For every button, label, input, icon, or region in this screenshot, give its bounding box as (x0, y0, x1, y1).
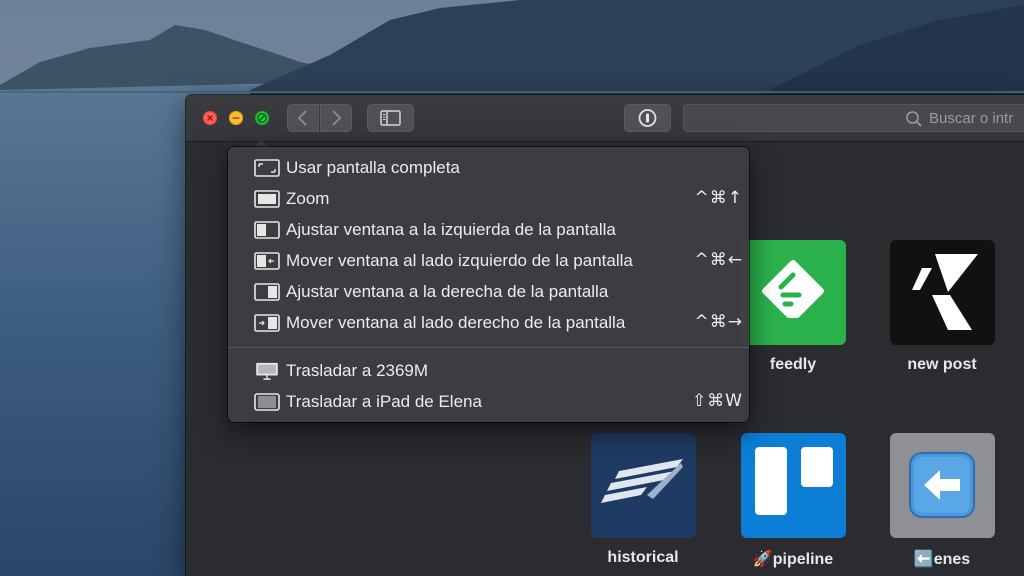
menu-item-shortcut: ^⌘→ (694, 312, 743, 332)
menu-separator (228, 347, 749, 348)
sidebar-toggle-button[interactable] (367, 104, 414, 132)
favorite-label-pipeline: 🚀pipeline (752, 551, 834, 568)
move-right-icon (254, 314, 280, 332)
zoom-button[interactable] (255, 111, 269, 125)
onepassword-icon (638, 109, 657, 127)
favorite-label-enes: ⬅️enes (913, 551, 971, 568)
chevron-left-icon (297, 110, 307, 126)
menu-item-label: Ajustar ventana a la izquierda de la pan… (286, 220, 616, 239)
favorite-tile-feedly[interactable] (741, 240, 846, 345)
menu-item-move-left[interactable]: Mover ventana al lado izquierdo de la pa… (228, 247, 749, 275)
menu-item-move-right[interactable]: Mover ventana al lado derecho de la pant… (228, 309, 749, 337)
menu-item-tile-right[interactable]: Ajustar ventana a la derecha de la panta… (228, 278, 749, 306)
menu-item-label: Zoom (286, 189, 330, 208)
tile-left-icon (254, 221, 280, 239)
menu-item-shortcut: ⇧⌘W (691, 391, 743, 411)
search-icon (906, 111, 922, 127)
back-button[interactable] (287, 104, 319, 132)
menu-item-zoom[interactable]: Zoom ^⌘↑ (228, 185, 749, 213)
menu-item-label: Mover ventana al lado derecho de la pant… (286, 313, 626, 332)
back-arrow-emoji-icon (909, 452, 975, 518)
menu-item-label: Trasladar a iPad de Elena (286, 392, 482, 411)
favorite-tile-new-post[interactable] (890, 240, 995, 345)
favorite-tile-enes[interactable] (890, 433, 995, 538)
tile-right-icon (254, 283, 280, 301)
menu-item-move-to-ipad[interactable]: Trasladar a iPad de Elena ⇧⌘W (228, 388, 749, 416)
ipad-icon (254, 393, 280, 411)
minimize-icon (232, 117, 240, 119)
zoom-window-icon (254, 190, 280, 208)
favorite-tile-historical[interactable] (591, 433, 696, 538)
sidebar-icon (380, 110, 401, 126)
historical-icon (601, 459, 683, 503)
favorite-label-new-post: new post (907, 356, 977, 373)
search-placeholder: Buscar o intr (929, 110, 1014, 127)
menu-item-label: Ajustar ventana a la derecha de la panta… (286, 282, 609, 301)
search-input[interactable]: Buscar o intr (683, 104, 1024, 132)
close-button[interactable] (203, 111, 217, 125)
menu-item-label: Trasladar a 2369M (286, 361, 429, 380)
close-icon (207, 115, 213, 121)
password-extension-button[interactable] (624, 104, 671, 132)
menu-item-move-to-display[interactable]: Trasladar a 2369M (228, 357, 749, 385)
fullscreen-arrows-icon (257, 113, 267, 123)
menu-item-tile-left[interactable]: Ajustar ventana a la izquierda de la pan… (228, 216, 749, 244)
forward-button[interactable] (320, 104, 352, 132)
toolbar: Buscar o intr (186, 95, 1024, 142)
move-left-icon (254, 252, 280, 270)
chevron-right-icon (332, 110, 342, 126)
minimize-button[interactable] (229, 111, 243, 125)
favorite-tile-pipeline[interactable] (741, 433, 846, 538)
favorite-label-historical: historical (607, 549, 679, 566)
trello-icon (755, 447, 833, 515)
menu-item-shortcut: ^⌘← (694, 250, 743, 270)
newpost-icon (912, 254, 978, 330)
fullscreen-icon (254, 159, 280, 177)
menu-item-full-screen[interactable]: Usar pantalla completa (228, 154, 749, 182)
feedly-icon (762, 260, 824, 318)
display-icon (256, 362, 278, 380)
menu-item-shortcut: ^⌘↑ (694, 188, 743, 208)
menu-item-label: Usar pantalla completa (286, 158, 460, 177)
menu-item-label: Mover ventana al lado izquierdo de la pa… (286, 251, 633, 270)
window-zoom-menu: Usar pantalla completa Zoom ^⌘↑ Ajustar … (228, 147, 749, 422)
